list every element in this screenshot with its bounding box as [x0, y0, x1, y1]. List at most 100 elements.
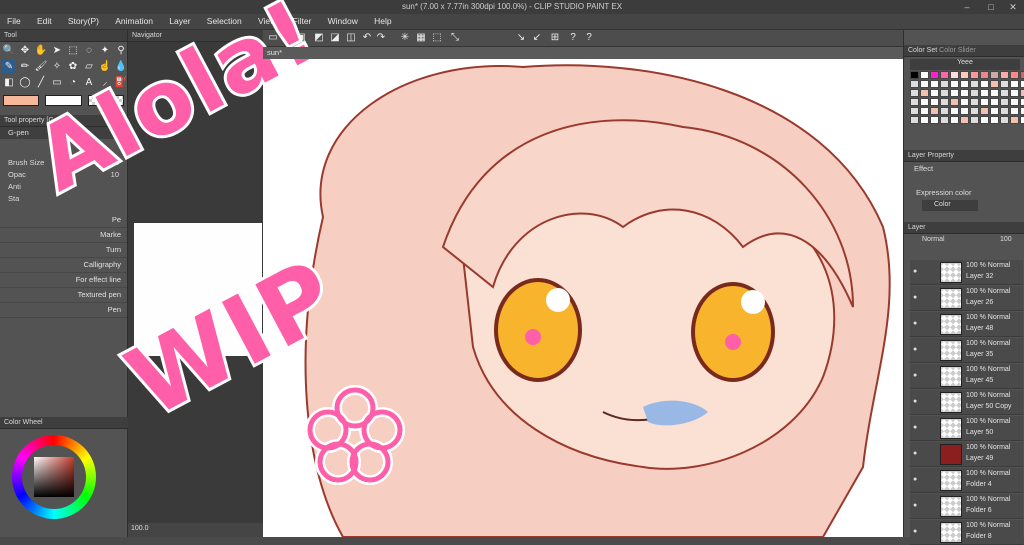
color-set-swatch[interactable]: [930, 89, 939, 97]
brush-tool-icon[interactable]: 🖌: [34, 60, 48, 74]
color-set-swatch[interactable]: [1000, 98, 1009, 106]
layer-row[interactable]: ● 100 % Normal Layer 50: [910, 416, 1023, 441]
color-set-swatch[interactable]: [940, 71, 949, 79]
color-set-swatch[interactable]: [910, 116, 919, 124]
color-set-swatch[interactable]: [930, 107, 939, 115]
color-set-swatch[interactable]: [1020, 116, 1024, 124]
zoom-tool-icon[interactable]: 🔍: [2, 44, 16, 58]
export-icon[interactable]: ◪: [329, 32, 341, 44]
color-set-swatch[interactable]: [980, 80, 989, 88]
color-set-swatch[interactable]: [910, 80, 919, 88]
color-set-swatch[interactable]: [990, 80, 999, 88]
brush-item[interactable]: For effect line: [0, 273, 127, 288]
color-set-swatch[interactable]: [990, 107, 999, 115]
layer-row[interactable]: ● 100 % Normal Layer 35: [910, 338, 1023, 363]
color-set-swatch[interactable]: [950, 80, 959, 88]
selection-tool-icon[interactable]: ⬚: [66, 44, 80, 58]
layer-row[interactable]: ● 100 % Normal Layer 48: [910, 312, 1023, 337]
grid-snap-icon[interactable]: ⊞: [549, 32, 561, 44]
color-wheel[interactable]: [12, 435, 96, 519]
eye-icon[interactable]: ●: [913, 268, 921, 276]
menu-layer[interactable]: Layer: [162, 14, 197, 28]
color-set-swatch[interactable]: [980, 71, 989, 79]
color-set-swatch[interactable]: [910, 71, 919, 79]
color-set-swatch[interactable]: [960, 80, 969, 88]
pen-tool-icon[interactable]: ✎: [2, 60, 16, 74]
brush-item[interactable]: Textured pen: [0, 288, 127, 303]
clear-icon[interactable]: ✳: [399, 32, 411, 44]
eye-icon[interactable]: ●: [913, 450, 921, 458]
eye-icon[interactable]: ●: [913, 502, 921, 510]
layer-row[interactable]: ● 100 % Normal Layer 50 Copy: [910, 390, 1023, 415]
layer-opacity[interactable]: 100: [1000, 236, 1012, 243]
color-set-swatch[interactable]: [990, 98, 999, 106]
hand-tool-icon[interactable]: ✋: [34, 44, 48, 58]
color-set-swatch[interactable]: [980, 107, 989, 115]
help-icon[interactable]: ?: [567, 32, 579, 44]
layer-row[interactable]: ● 100 % Normal Folder 8: [910, 520, 1023, 545]
color-set-swatch[interactable]: [1010, 98, 1019, 106]
blend-mode-select[interactable]: Normal: [922, 236, 962, 246]
expression-color-select[interactable]: Color: [922, 200, 978, 211]
color-set-swatch[interactable]: [920, 71, 929, 79]
color-set-swatch[interactable]: [970, 80, 979, 88]
color-set-swatch[interactable]: [1020, 89, 1024, 97]
eye-icon[interactable]: ●: [913, 346, 921, 354]
color-set-swatch[interactable]: [990, 116, 999, 124]
color-set-swatch[interactable]: [1010, 80, 1019, 88]
color-set-swatch[interactable]: [940, 89, 949, 97]
color-picker-square[interactable]: [34, 457, 74, 497]
color-set-swatch[interactable]: [1010, 116, 1019, 124]
color-set-swatch[interactable]: [1000, 80, 1009, 88]
eye-icon[interactable]: ●: [913, 424, 921, 432]
color-set-swatch[interactable]: [920, 98, 929, 106]
color-set-swatch[interactable]: [920, 116, 929, 124]
color-set-swatch[interactable]: [1000, 71, 1009, 79]
menu-edit[interactable]: Edit: [30, 14, 59, 28]
operation-tool-icon[interactable]: ➤: [50, 44, 64, 58]
color-set-swatch[interactable]: [1010, 107, 1019, 115]
airbrush-tool-icon[interactable]: ✧: [50, 60, 64, 74]
menu-help[interactable]: Help: [367, 14, 398, 28]
fill-icon[interactable]: ▦: [415, 32, 427, 44]
layer-row[interactable]: ● 100 % Normal Folder 6: [910, 494, 1023, 519]
color-set-swatch[interactable]: [1020, 71, 1024, 79]
color-set-swatch[interactable]: [1020, 80, 1024, 88]
color-set-swatch[interactable]: [910, 89, 919, 97]
color-set-swatch[interactable]: [1000, 89, 1009, 97]
undo-icon[interactable]: ↶: [361, 32, 373, 44]
ruler-tool-icon[interactable]: ╱: [34, 76, 48, 90]
color-set-swatch[interactable]: [940, 80, 949, 88]
color-set-swatch[interactable]: [930, 98, 939, 106]
color-set-swatch[interactable]: [970, 71, 979, 79]
lasso-tool-icon[interactable]: ◌: [82, 44, 96, 58]
color-set-swatch[interactable]: [960, 116, 969, 124]
pen-snap-icon[interactable]: ↘: [515, 32, 527, 44]
brush-item[interactable]: Marke: [0, 228, 127, 243]
layer-row[interactable]: ● 100 % Normal Layer 26: [910, 286, 1023, 311]
wand-tool-icon[interactable]: ✦: [98, 44, 112, 58]
color-set-swatch[interactable]: [940, 116, 949, 124]
color-set-swatch[interactable]: [990, 89, 999, 97]
color-set-swatch[interactable]: [970, 116, 979, 124]
color-set-select[interactable]: Yeee: [910, 59, 1020, 70]
export-2-icon[interactable]: ◫: [345, 32, 357, 44]
color-set-swatch[interactable]: [920, 80, 929, 88]
color-set-swatch[interactable]: [930, 71, 939, 79]
main-color-swatch[interactable]: [3, 95, 40, 106]
color-set-swatch[interactable]: [1000, 116, 1009, 124]
color-set-swatch[interactable]: [910, 98, 919, 106]
eyedropper-tool-icon[interactable]: ⚲: [114, 44, 128, 58]
frame-tool-icon[interactable]: ▭: [50, 76, 64, 90]
brush-item[interactable]: Pe: [0, 213, 127, 228]
info-icon[interactable]: ?: [583, 32, 595, 44]
menu-window[interactable]: Window: [321, 14, 365, 28]
color-set-swatch[interactable]: [950, 71, 959, 79]
ruler-snap-icon[interactable]: ↙: [531, 32, 543, 44]
color-set-swatch[interactable]: [970, 107, 979, 115]
canvas-tab[interactable]: sun*: [263, 47, 903, 59]
color-set-swatch[interactable]: [960, 71, 969, 79]
color-set-swatch[interactable]: [970, 98, 979, 106]
color-set-swatch[interactable]: [950, 98, 959, 106]
color-set-swatch[interactable]: [960, 107, 969, 115]
